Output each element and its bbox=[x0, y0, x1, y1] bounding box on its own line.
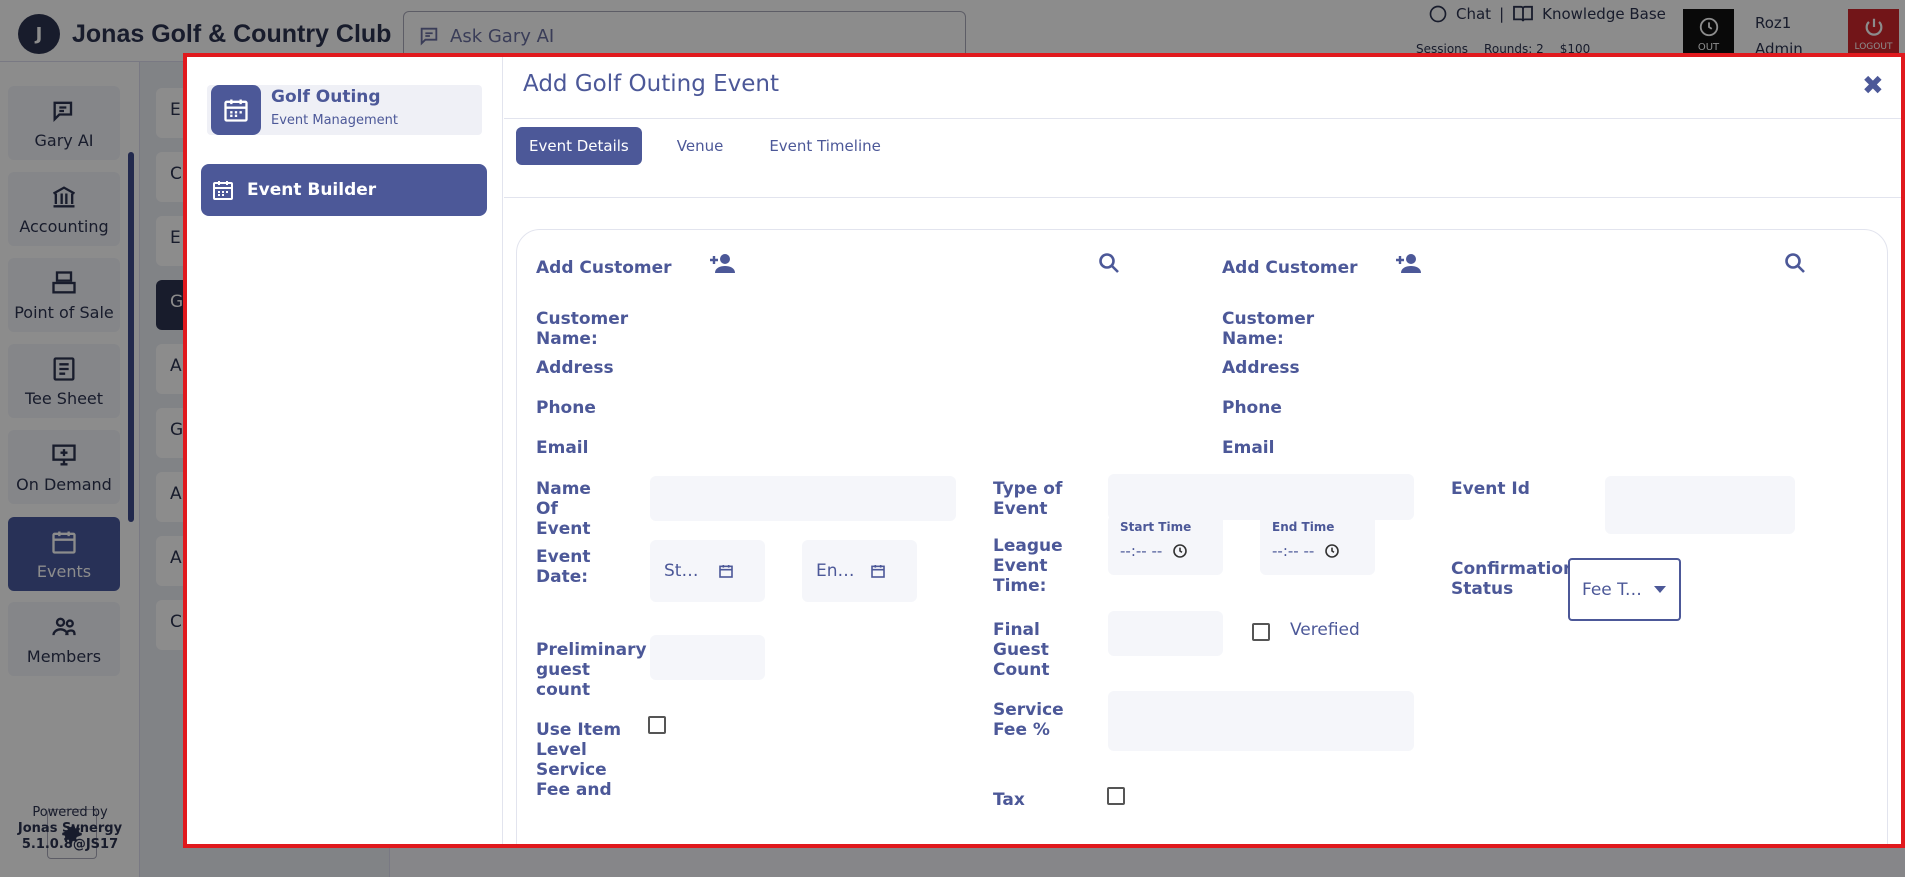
search-icon[interactable] bbox=[1097, 251, 1121, 275]
start-time-caption: Start Time bbox=[1120, 520, 1192, 534]
customer-name-label-right: Customer Name: bbox=[1222, 309, 1315, 349]
use-item-level-label: Use Item Level Service Fee and bbox=[536, 720, 622, 800]
event-details-panel: Add Customer Customer Name: Address Phon… bbox=[516, 229, 1888, 844]
event-date-label: Event Date: bbox=[536, 547, 591, 587]
calendar-icon bbox=[871, 565, 885, 578]
end-time-value: --:-- -- bbox=[1272, 542, 1340, 560]
calendar-icon bbox=[719, 565, 733, 578]
tab-venue[interactable]: Venue bbox=[664, 127, 737, 165]
add-customer-label-left: Add Customer bbox=[536, 258, 672, 278]
start-time-value: --:-- -- bbox=[1120, 542, 1188, 560]
tab-event-timeline[interactable]: Event Timeline bbox=[756, 127, 894, 165]
service-fee-input[interactable] bbox=[1108, 691, 1414, 751]
module-title: Golf Outing bbox=[271, 87, 381, 107]
event-id-input[interactable] bbox=[1605, 476, 1795, 534]
type-of-event-label: Type of Event bbox=[993, 479, 1063, 519]
name-of-event-label: Name Of Event bbox=[536, 479, 591, 539]
league-event-time-label: League Event Time: bbox=[993, 536, 1063, 596]
start-date-placeholder: Start Date bbox=[664, 561, 706, 581]
close-icon[interactable]: ✖ bbox=[1862, 71, 1884, 101]
phone-label-left: Phone bbox=[536, 398, 596, 418]
type-of-event-input[interactable] bbox=[1108, 474, 1414, 520]
tax-label: Tax bbox=[993, 790, 1025, 810]
module-header: Golf Outing Event Management bbox=[207, 85, 482, 135]
add-person-icon[interactable] bbox=[1394, 251, 1424, 275]
end-time-placeholder: --:-- -- bbox=[1272, 542, 1315, 560]
use-item-level-checkbox[interactable] bbox=[648, 716, 666, 734]
email-label-left: Email bbox=[536, 438, 589, 458]
confirmation-status-label: Confirmation Status bbox=[1451, 559, 1576, 599]
start-time-input[interactable]: Start Time --:-- -- bbox=[1108, 515, 1223, 575]
start-time-placeholder: --:-- -- bbox=[1120, 542, 1163, 560]
address-label-left: Address bbox=[536, 358, 614, 378]
service-fee-label: Service Fee % bbox=[993, 700, 1064, 740]
clock-icon bbox=[1325, 544, 1340, 558]
title-divider bbox=[504, 118, 1901, 119]
add-customer-label-right: Add Customer bbox=[1222, 258, 1358, 278]
clock-icon bbox=[1173, 544, 1188, 558]
event-id-label: Event Id bbox=[1451, 479, 1530, 499]
end-date-placeholder: End Date bbox=[816, 561, 858, 581]
phone-label-right: Phone bbox=[1222, 398, 1282, 418]
caret-down-icon bbox=[1654, 585, 1666, 593]
end-time-caption: End Time bbox=[1272, 520, 1335, 534]
search-icon[interactable] bbox=[1783, 251, 1807, 275]
fee-type-value: Fee Type bbox=[1582, 579, 1642, 600]
modal-title: Add Golf Outing Event bbox=[523, 71, 779, 97]
final-guest-count-label: Final Guest Count bbox=[993, 620, 1050, 680]
add-person-icon[interactable] bbox=[708, 251, 738, 275]
email-label-right: Email bbox=[1222, 438, 1275, 458]
final-guest-count-input[interactable] bbox=[1108, 611, 1223, 656]
event-builder-label: Event Builder bbox=[247, 180, 377, 200]
preliminary-guest-count-label: Preliminary guest count bbox=[536, 640, 647, 700]
module-subtitle: Event Management bbox=[271, 113, 399, 128]
end-date-input[interactable]: End Date bbox=[802, 540, 917, 602]
modal-tabs: Event Details Venue Event Timeline bbox=[516, 127, 894, 165]
address-label-right: Address bbox=[1222, 358, 1300, 378]
verified-label: Verefied bbox=[1290, 620, 1360, 640]
verified-checkbox[interactable] bbox=[1252, 623, 1270, 641]
modal-sidebar: Golf Outing Event Management Event Build… bbox=[187, 57, 503, 844]
customer-name-label-left: Customer Name: bbox=[536, 309, 629, 349]
end-time-input[interactable]: End Time --:-- -- bbox=[1260, 515, 1375, 575]
calendar-icon bbox=[213, 181, 233, 200]
tabs-divider bbox=[504, 197, 1901, 198]
preliminary-guest-count-input[interactable] bbox=[650, 635, 765, 680]
tax-checkbox[interactable] bbox=[1107, 787, 1125, 805]
add-event-modal: Golf Outing Event Management Event Build… bbox=[183, 53, 1905, 848]
event-builder-button[interactable]: Event Builder bbox=[201, 164, 487, 216]
start-date-input[interactable]: Start Date bbox=[650, 540, 765, 602]
fee-type-select[interactable]: Fee Type bbox=[1568, 558, 1681, 621]
name-of-event-input[interactable] bbox=[650, 476, 956, 521]
tab-event-details[interactable]: Event Details bbox=[516, 127, 642, 165]
calendar-module-icon bbox=[211, 85, 261, 135]
